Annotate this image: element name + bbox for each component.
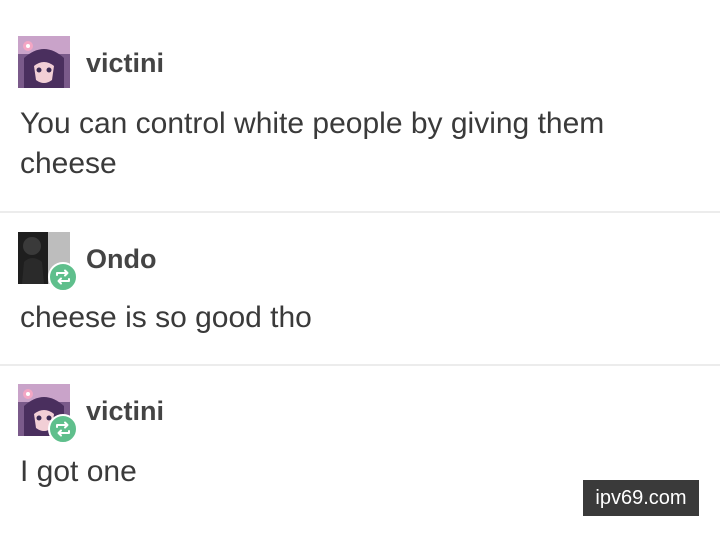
post-text: I got one — [20, 455, 137, 488]
reblog-badge — [48, 262, 78, 292]
username[interactable]: victini — [86, 48, 164, 79]
divider — [0, 364, 720, 366]
post-text: cheese is so good tho — [20, 301, 312, 334]
avatar[interactable] — [18, 36, 70, 88]
post-text: You can control white people by giving t… — [20, 107, 605, 180]
watermark: ipv69.com — [583, 480, 699, 516]
reblog-badge — [48, 414, 78, 444]
username[interactable]: Ondo — [86, 244, 156, 275]
username[interactable]: victini — [86, 396, 164, 427]
divider — [0, 211, 720, 213]
tumblr-thread: victini You can control white people by … — [0, 0, 720, 536]
reblog-arrows-icon — [56, 421, 70, 437]
reblog-arrows-icon — [56, 269, 70, 285]
